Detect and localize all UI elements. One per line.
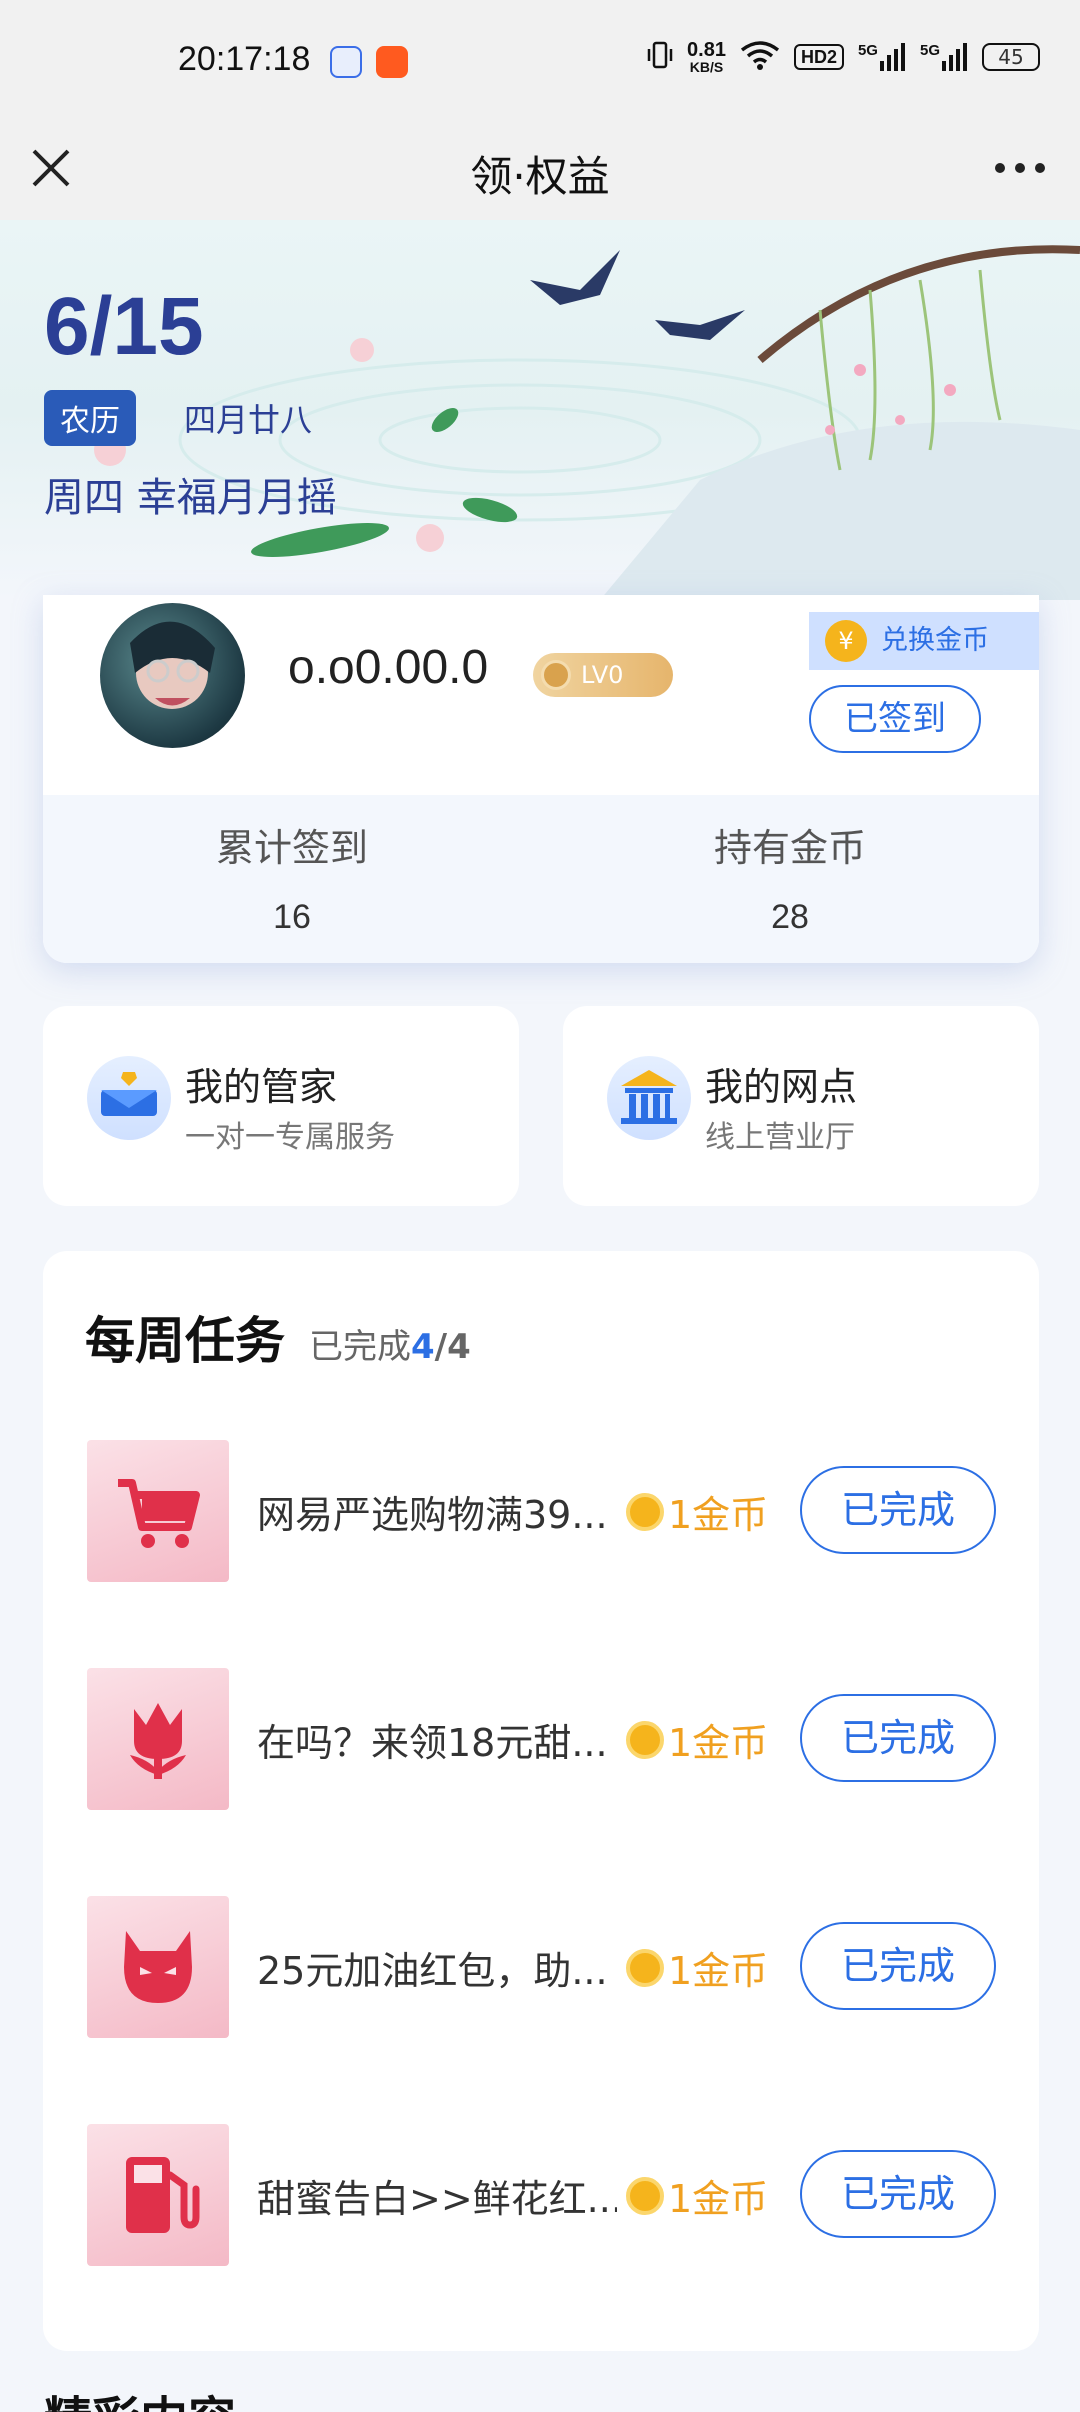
network-speed: 0.81 KB/S xyxy=(687,39,726,75)
exchange-coins-button[interactable]: ¥ 兑换金币 xyxy=(809,612,1039,670)
task-row: 25元加油红包，助... 1金币 已完成 xyxy=(43,1896,1039,2038)
weekly-tasks-card: 每周任务 已完成4/4 网易严选购物满39... 1金币 已完成 在吗？来领18… xyxy=(43,1251,1039,2351)
task-completed-button[interactable]: 已完成 xyxy=(800,2150,996,2238)
butler-card[interactable]: 我的管家 一对一专属服务 xyxy=(43,1006,519,1206)
task-completed-button[interactable]: 已完成 xyxy=(800,1694,996,1782)
profile-card: o.o0.00.0 LV0 ¥ 兑换金币 已签到 累计签到 16 持有金币 28 xyxy=(43,595,1039,963)
fuel-pump-icon xyxy=(87,2124,229,2266)
service-title: 我的管家 xyxy=(185,1065,338,1109)
status-bar: 20:17:18 0.81 KB/S HD2 5G 5G 45 xyxy=(0,0,1080,125)
task-reward: 1金币 xyxy=(626,1484,768,1539)
task-completed-button[interactable]: 已完成 xyxy=(800,1922,996,2010)
service-title: 我的网点 xyxy=(705,1065,858,1109)
service-subtitle: 线上营业厅 xyxy=(705,1120,855,1155)
task-name: 网易严选购物满39... xyxy=(257,1493,608,1537)
coin-icon xyxy=(626,2176,664,2215)
date-banner: 6/15 农历 四月廿八 周四 幸福月月摇 xyxy=(0,220,1080,600)
page-title: 领·权益 xyxy=(470,152,610,201)
coin-icon xyxy=(626,1720,664,1759)
cart-icon xyxy=(87,1440,229,1582)
task-completed-button[interactable]: 已完成 xyxy=(800,1466,996,1554)
date-display: 6/15 xyxy=(44,281,204,372)
baidu-app-icon xyxy=(330,46,362,78)
butler-icon xyxy=(87,1056,171,1140)
bank-icon xyxy=(607,1056,691,1140)
username: o.o0.00.0 xyxy=(288,641,489,694)
level-badge: LV0 xyxy=(533,653,673,697)
title-bar: 领·权益 xyxy=(0,125,1080,220)
wifi-icon xyxy=(740,40,780,74)
tulip-icon xyxy=(87,1668,229,1810)
status-icons: 0.81 KB/S HD2 5G 5G 45 xyxy=(647,40,1040,74)
stat-coins-held[interactable]: 持有金币 28 xyxy=(541,795,1039,963)
coin-icon xyxy=(626,1492,664,1531)
yen-coin-icon: ¥ xyxy=(825,620,867,662)
taobao-app-icon xyxy=(376,46,408,78)
service-subtitle: 一对一专属服务 xyxy=(185,1120,395,1155)
signed-in-button[interactable]: 已签到 xyxy=(809,685,981,753)
next-section-title: 精彩内容 xyxy=(44,2380,236,2412)
coin-icon xyxy=(626,1948,664,1987)
avatar[interactable] xyxy=(100,603,245,748)
hd-icon: HD2 xyxy=(793,44,844,70)
more-icon[interactable] xyxy=(990,145,1050,191)
branch-card[interactable]: 我的网点 线上营业厅 xyxy=(563,1006,1039,1206)
task-row: 在吗？来领18元甜... 1金币 已完成 xyxy=(43,1668,1039,1810)
task-reward: 1金币 xyxy=(626,1712,768,1767)
task-reward: 1金币 xyxy=(626,2168,768,2223)
level-coin-icon xyxy=(541,660,571,690)
vibrate-icon xyxy=(647,40,673,74)
lunar-badge: 农历 xyxy=(44,390,136,446)
task-row: 甜蜜告白>>鲜花红... 1金币 已完成 xyxy=(43,2124,1039,2266)
section-title: 每周任务 xyxy=(85,1301,285,1373)
battery-icon: 45 xyxy=(982,43,1040,71)
task-name: 甜蜜告白>>鲜花红... xyxy=(257,2177,617,2221)
task-name: 25元加油红包，助... xyxy=(257,1949,608,1993)
lunar-date: 四月廿八 xyxy=(184,401,313,439)
task-name: 在吗？来领18元甜... xyxy=(257,1721,608,1765)
signal-icon-1: 5G xyxy=(858,43,906,71)
stat-total-checkins[interactable]: 累计签到 16 xyxy=(43,795,541,963)
devil-icon xyxy=(87,1896,229,2038)
task-row: 网易严选购物满39... 1金币 已完成 xyxy=(43,1440,1039,1582)
signal-icon-2: 5G xyxy=(920,43,968,71)
tasks-progress: 已完成4/4 xyxy=(309,1327,471,1367)
task-reward: 1金币 xyxy=(626,1940,768,1995)
banner-illustration xyxy=(94,245,1080,600)
stats-row: 累计签到 16 持有金币 28 xyxy=(43,795,1039,963)
festival-text: 周四 幸福月月摇 xyxy=(44,475,337,521)
status-time: 20:17:18 xyxy=(178,40,311,78)
